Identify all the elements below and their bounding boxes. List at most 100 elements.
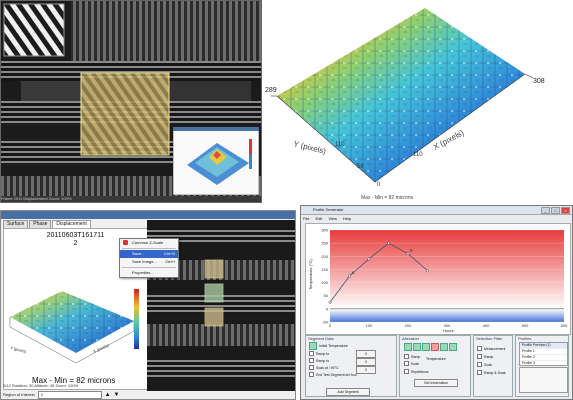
seg-row-ramp2: Ramp to	[309, 358, 329, 363]
viewer-tabs: Surface Phase Displacement	[3, 220, 92, 228]
viewer-titlebar[interactable]	[1, 211, 295, 219]
roi-box-1[interactable]	[204, 259, 224, 279]
y-max-tick: 289	[265, 87, 277, 94]
filter-ramp-soak: Ramp & Soak	[477, 370, 506, 375]
tab-displacement[interactable]: Displacement	[52, 220, 91, 228]
repetitions-checkbox[interactable]	[404, 369, 409, 374]
surface-caption: Max - Min = 82 microns	[361, 195, 414, 201]
profile-titlebar[interactable]: Profile Generator _ □ ×	[301, 206, 572, 215]
x-tick-label: 100	[366, 323, 373, 328]
x-tick-label: 0	[329, 323, 332, 328]
roi-highlight[interactable]	[81, 73, 169, 155]
filter-soak: Soak	[477, 362, 492, 367]
point-label: B	[410, 248, 413, 253]
surface-plot-panel: 289 308 Y (pixels) X (pixels) 110 110 58…	[263, 0, 573, 205]
radio-ramp[interactable]	[404, 354, 409, 359]
maximize-icon[interactable]: □	[551, 207, 560, 214]
tick-0: 0	[377, 182, 381, 188]
segment-value-field[interactable]: 0	[356, 350, 376, 358]
tool-icon[interactable]	[440, 343, 448, 351]
filter-checkbox[interactable]	[477, 362, 482, 367]
menu-item-properties[interactable]: Properties...	[120, 269, 178, 277]
tab-phase[interactable]: Phase	[29, 220, 52, 228]
y-tick-label: 150	[321, 267, 328, 272]
soak-checkbox[interactable]	[309, 365, 314, 370]
minimize-icon[interactable]: _	[541, 207, 550, 214]
filter-checkbox[interactable]	[477, 370, 482, 375]
tool-icon[interactable]	[413, 343, 421, 351]
tool-icon[interactable]	[449, 343, 457, 351]
y-tick-label: 250	[321, 241, 328, 246]
menu-help[interactable]: Help	[343, 216, 351, 221]
x-tick-label: 600	[561, 323, 568, 328]
chart-cold-zone	[330, 308, 564, 322]
segment-value-field[interactable]: 0	[356, 366, 376, 374]
filter-checkbox[interactable]	[477, 346, 482, 351]
menu-separator	[122, 267, 176, 268]
y-axis-label: Temperature (°C)	[308, 259, 313, 290]
segment-value-field[interactable]: 0	[356, 358, 376, 366]
y-tick-label: 100	[321, 280, 328, 285]
roi-dropdown[interactable]: 2	[37, 390, 102, 399]
segment-data-group: Segment Data Initial Temperature Ramp to…	[305, 335, 397, 397]
roi-box-2[interactable]	[204, 283, 224, 303]
arrow-up-icon[interactable]: ▲	[105, 392, 111, 398]
seg-row-initial: Initial Temperature	[309, 342, 348, 350]
y-tick-label: 300	[321, 228, 328, 233]
y-mid-tick: 110	[335, 142, 345, 148]
alt-temperature: Temperature	[426, 357, 446, 361]
profiles-list[interactable]: Profile Preview (1) Profile 1 Profile 2 …	[519, 342, 568, 367]
x-axis-label: X (pixels)	[92, 342, 110, 354]
ramp-checkbox[interactable]	[309, 358, 314, 363]
surface-plot: 289 308 Y (pixels) X (pixels) 110 110 58…	[265, 8, 545, 201]
tool-icon[interactable]	[404, 343, 412, 351]
end-checkbox[interactable]	[309, 372, 314, 377]
ramp-checkbox[interactable]	[309, 351, 314, 356]
profile-chart[interactable]: 300 250 200 150 100 50 0 -50 0 100 200 300 400 500 600…	[305, 223, 571, 335]
x-tick-label: 500	[522, 323, 529, 328]
arrow-down-icon[interactable]: ▼	[114, 392, 120, 398]
surface-inset-window[interactable]	[173, 127, 259, 195]
close-icon[interactable]: ×	[561, 207, 570, 214]
add-segment-button[interactable]: Add Segment	[326, 388, 370, 396]
tool-icon[interactable]	[422, 343, 430, 351]
x-tick-label: 200	[405, 323, 412, 328]
y-tick-label: 50	[324, 293, 329, 298]
get-information-button[interactable]: Get Information	[414, 379, 458, 387]
tab-surface[interactable]: Surface	[3, 220, 29, 228]
segment-icon[interactable]	[309, 342, 317, 350]
selection-filter-group: Selection Filter Measurement Ramp Soak R…	[473, 335, 513, 397]
data-point[interactable]	[328, 300, 332, 304]
y-axis-label: Y (pixels)	[10, 345, 28, 354]
alt-repetitions: Repetitions	[404, 369, 429, 374]
alteration-group: Alteration Ramp Soak Temperature Repetit…	[399, 335, 471, 397]
data-point[interactable]	[348, 274, 351, 278]
control-groups: Segment Data Initial Temperature Ramp to…	[305, 335, 569, 397]
filter-checkbox[interactable]	[477, 354, 482, 359]
data-point[interactable]	[367, 257, 371, 261]
roi-box-3[interactable]	[204, 307, 224, 327]
x-tick-label: 400	[483, 323, 490, 328]
menu-view[interactable]: View	[328, 216, 337, 221]
x-mid-tick: 110	[413, 152, 423, 158]
window-title: Profile Generator	[313, 207, 344, 212]
data-point[interactable]	[406, 252, 410, 256]
menu-item-save[interactable]: Save... Ctrl+S	[120, 250, 178, 258]
x-max-tick: 308	[533, 78, 545, 85]
data-point[interactable]	[387, 241, 390, 245]
roi-label: Region of Interest	[3, 392, 35, 397]
delete-icon[interactable]	[431, 343, 439, 351]
radio-soak[interactable]	[404, 361, 409, 366]
filter-measurement: Measurement	[477, 346, 505, 351]
tick-58: 58	[357, 164, 364, 170]
alt-ramp: Ramp	[404, 354, 420, 359]
menu-bar: File Edit View Help	[303, 216, 357, 221]
seg-row-ramp1: Ramp to	[309, 351, 329, 356]
profile-generator-window: Profile Generator _ □ × File Edit View H…	[300, 205, 573, 400]
menu-item-common-z-scale[interactable]: Common Z-Scale	[120, 239, 178, 247]
y-tick-label: -50	[322, 320, 329, 325]
data-point[interactable]	[426, 269, 429, 273]
menu-file[interactable]: File	[303, 216, 309, 221]
menu-item-save-image[interactable]: Save Image... Ctrl+I	[120, 258, 178, 266]
menu-edit[interactable]: Edit	[315, 216, 322, 221]
